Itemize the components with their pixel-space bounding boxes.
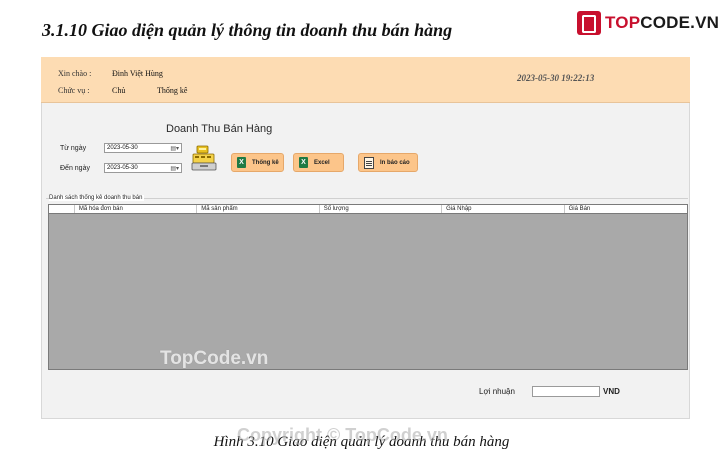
to-date-label: Đến ngày xyxy=(60,165,90,172)
topcode-logo: TOPCODE.VN xyxy=(577,10,719,36)
print-report-button[interactable]: In báo cáo xyxy=(358,153,418,172)
excel-icon: X xyxy=(237,157,246,168)
revenue-table[interactable] xyxy=(48,204,688,370)
excel-button[interactable]: X Excel xyxy=(293,153,344,172)
stats-button-label: Thống kê xyxy=(252,159,279,166)
to-date-picker[interactable]: 2023-05-30 ▤▾ xyxy=(104,163,182,173)
print-report-button-label: In báo cáo xyxy=(380,159,410,166)
table-group-title: Danh sách thống kê doanh thu bán xyxy=(49,195,145,201)
row-header-corner[interactable] xyxy=(49,205,75,213)
excel-button-label: Excel xyxy=(314,159,330,166)
column-header[interactable]: Giá Nhập xyxy=(442,205,565,213)
from-date-value: 2023-05-30 xyxy=(107,145,138,151)
from-date-picker[interactable]: 2023-05-30 ▤▾ xyxy=(104,143,182,153)
watermark-copyright: Copyright © TopCode.vn xyxy=(237,425,448,445)
greeting-label: Xin chào : xyxy=(58,69,92,78)
logo-text-suffix: CODE.VN xyxy=(640,13,720,32)
report-document-icon xyxy=(364,156,374,169)
profit-unit: VND xyxy=(603,387,620,396)
nav-stats-link[interactable]: Thống kê xyxy=(157,86,187,95)
column-header[interactable]: Số lượng xyxy=(320,205,443,213)
column-header[interactable]: Mã sản phẩm xyxy=(197,205,320,213)
logo-text-prefix: TOP xyxy=(605,13,641,32)
table-header-row: Mã hóa đơn bán Mã sản phẩm Số lượng Giá … xyxy=(48,204,688,214)
watermark-center: TopCode.vn xyxy=(160,348,269,369)
from-date-label: Từ ngày xyxy=(60,145,87,152)
excel-icon: X xyxy=(299,157,308,168)
to-date-value: 2023-05-30 xyxy=(107,165,138,171)
role-value: Chủ xyxy=(112,86,126,95)
role-label: Chức vụ : xyxy=(58,86,90,95)
topcode-logo-icon xyxy=(577,11,601,35)
logo-text: TOPCODE.VN xyxy=(605,13,719,33)
stats-button[interactable]: X Thống kê xyxy=(231,153,284,172)
calendar-dropdown-icon[interactable]: ▤▾ xyxy=(170,165,179,173)
user-name: Đinh Việt Hùng xyxy=(112,69,163,78)
form-title: Doanh Thu Bán Hàng xyxy=(166,123,273,135)
cash-register-icon xyxy=(191,145,217,172)
header-datetime: 2023-05-30 19:22:13 xyxy=(517,73,595,83)
calendar-dropdown-icon[interactable]: ▤▾ xyxy=(170,145,179,153)
profit-field[interactable] xyxy=(532,386,600,397)
column-header[interactable]: Mã hóa đơn bán xyxy=(75,205,198,213)
document-heading: 3.1.10 Giao diện quản lý thông tin doanh… xyxy=(42,20,453,40)
profit-label: Lợi nhuận xyxy=(479,387,515,396)
column-header[interactable]: Giá Bán xyxy=(565,205,687,213)
